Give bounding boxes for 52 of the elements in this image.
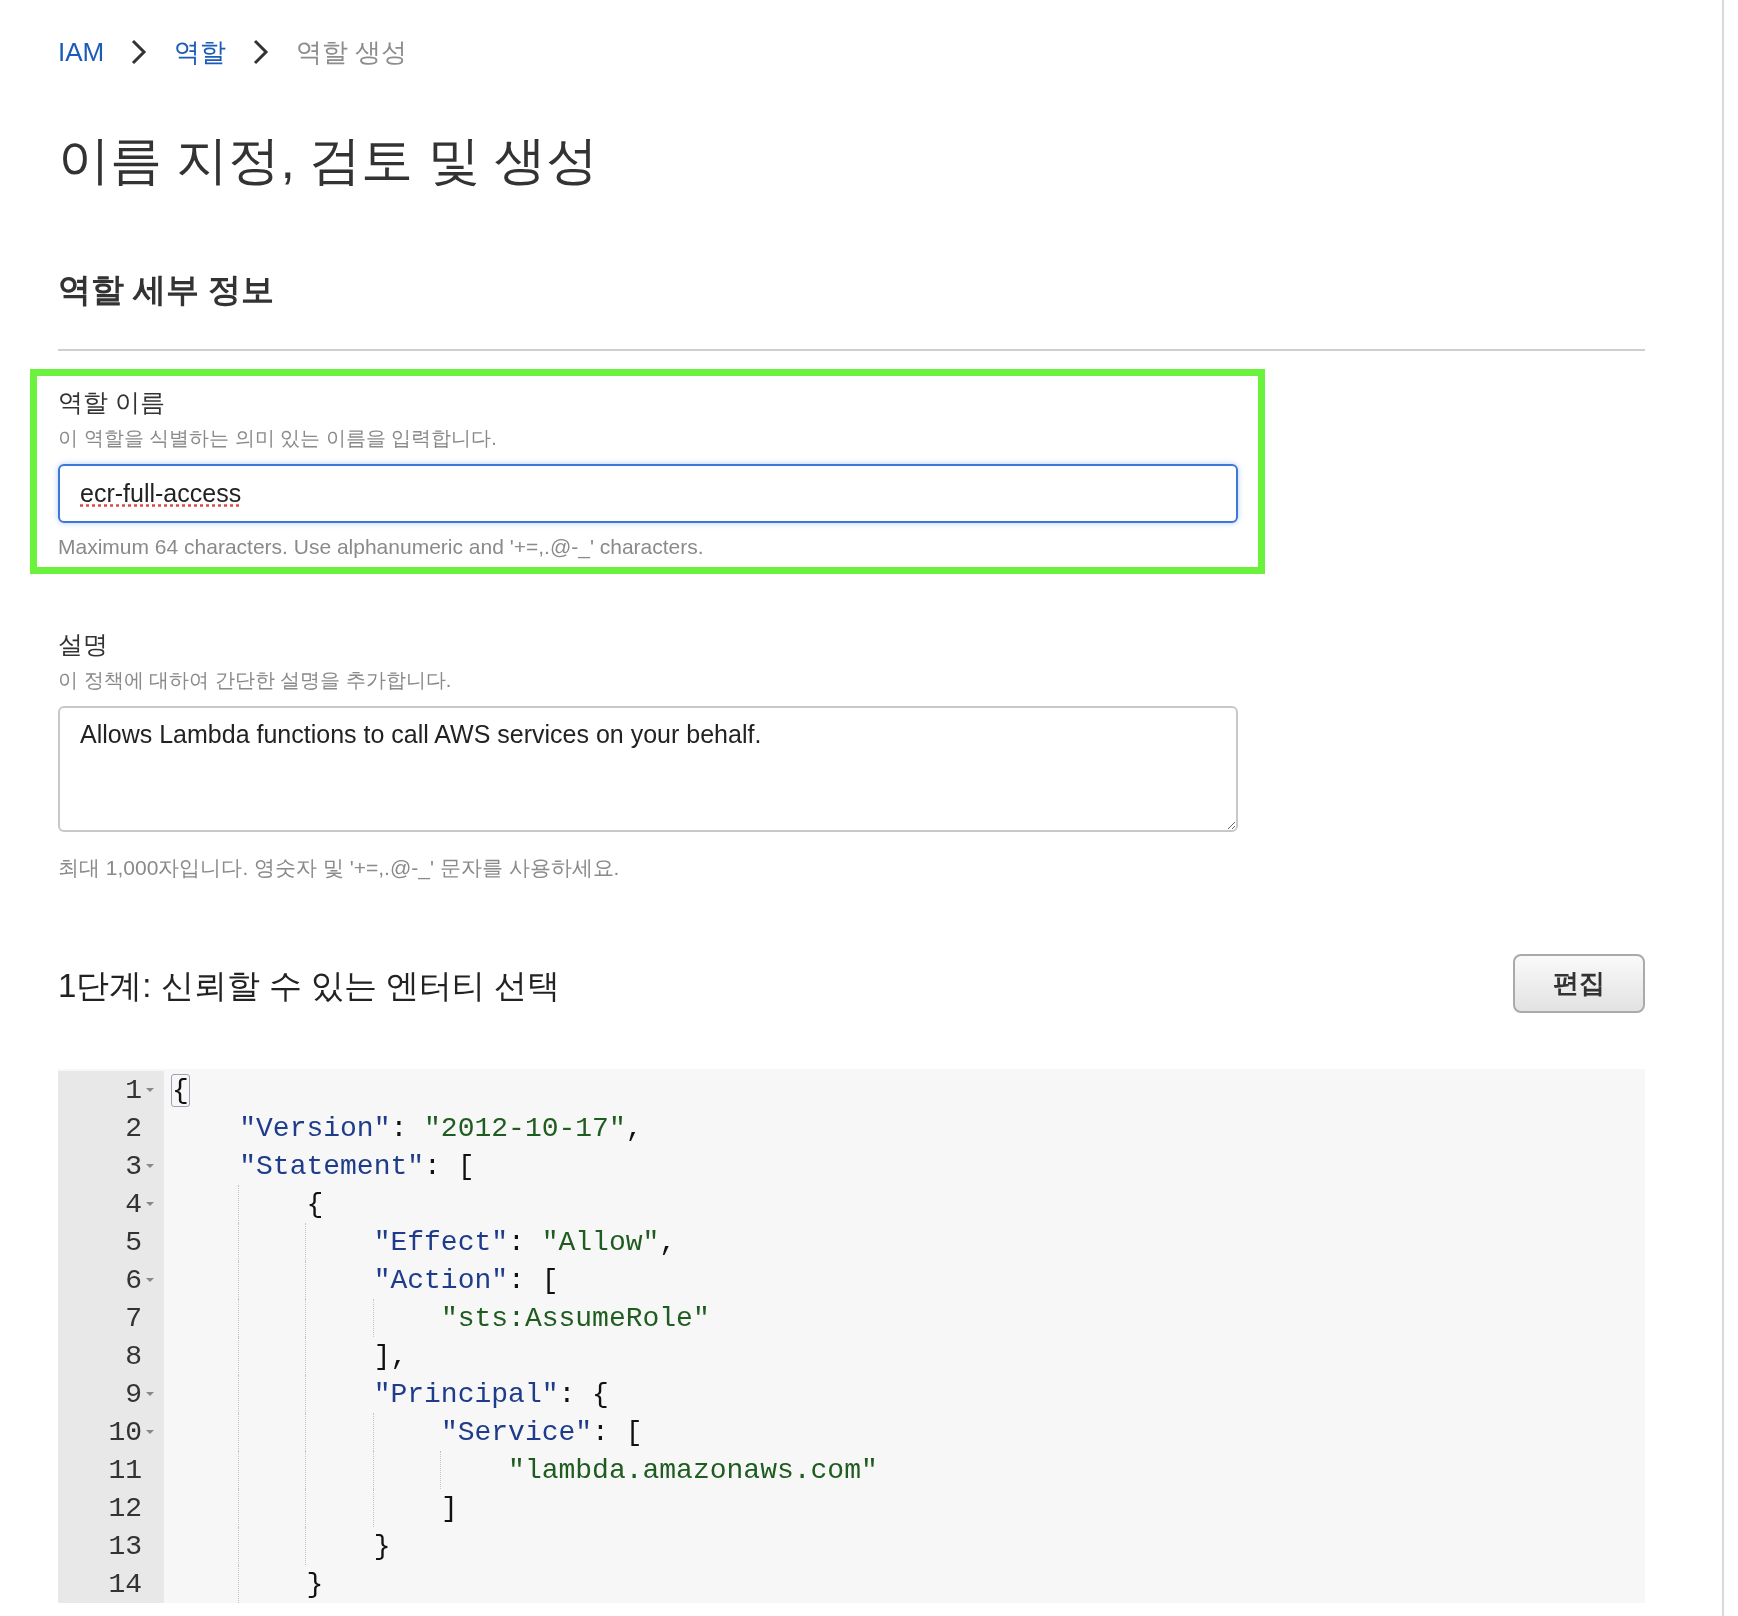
line-number: 12 [108,1492,142,1524]
fold-caret-icon[interactable] [145,1201,155,1207]
code-line: "Action": [ [164,1261,559,1299]
line-number: 11 [108,1454,142,1486]
line-number: 6 [125,1264,142,1296]
code-line: "Effect": "Allow", [164,1223,677,1261]
line-number: 10 [108,1416,142,1448]
line-number: 5 [125,1226,142,1258]
code-line: "sts:AssumeRole" [164,1299,710,1337]
code-line: ] [164,1489,458,1527]
field-help: 최대 1,000자입니다. 영숫자 및 '+=,.@-_' 문자를 사용하세요. [58,855,621,882]
line-number: 4 [125,1188,142,1220]
code-line: "lambda.amazonaws.com" [164,1451,878,1489]
fold-caret-icon[interactable] [145,1391,155,1397]
line-number: 2 [125,1112,142,1144]
fold-caret-icon[interactable] [145,1429,155,1435]
chevron-right-icon [130,38,149,66]
line-number: 9 [125,1378,142,1410]
breadcrumb-current: 역할 생성 [296,35,408,69]
line-number: 8 [125,1340,142,1372]
code-line: } [164,1565,324,1603]
edit-button[interactable]: 편집 [1513,954,1645,1013]
code-line: ], [164,1337,408,1375]
field-label: 역할 이름 [58,387,166,418]
line-number: 7 [125,1302,142,1334]
fold-caret-icon[interactable] [145,1277,155,1283]
field-label: 설명 [58,629,109,660]
code-editor[interactable]: 1 { 2 "Version": "2012-10-17", 3 "Statement": [ 4 { 5 "Effect": "Allow", 6 "Action": [ 7 "sts:AssumeRole" 8 ], 9 "Principal": { 10 "Service": [ 11 "lambda.amazonaws.com" 12 ] 13 } 14 } [58,1069,1645,1603]
fold-caret-icon[interactable] [145,1087,155,1093]
breadcrumb-link[interactable]: 역할 [174,34,227,70]
field-hint: 이 정책에 대하여 간단한 설명을 추가합니다. [58,668,453,693]
page-title: 이름 지정, 검토 및 생성 [58,130,600,191]
code-line: "Principal": { [164,1375,609,1413]
code-line: } [164,1527,391,1565]
line-number: 13 [108,1530,142,1562]
field-hint: 이 역할을 식별하는 의미 있는 이름을 입력합니다. [58,426,498,451]
line-number: 1 [125,1074,142,1106]
chevron-right-icon [252,38,271,66]
line-number: 3 [125,1150,142,1182]
breadcrumb-link[interactable]: IAM [58,36,105,68]
code-line: "Service": [ [164,1413,643,1451]
line-number: 14 [108,1568,142,1600]
section-heading: 역할 세부 정보 [58,270,276,310]
description-textarea[interactable]: Allows Lambda functions to call AWS services on your behalf. [58,706,1238,832]
step-heading: 1단계: 신뢰할 수 있는 엔터티 선택 [58,966,561,1006]
code-line: "Statement": [ [238,1149,475,1184]
role-name-input[interactable]: ecr-full-access [58,464,1238,523]
code-line: "Version": "2012-10-17", [238,1111,643,1146]
code-line: { [171,1073,189,1108]
field-help: Maximum 64 characters. Use alphanumeric and '+=,.@-_' characters. [58,535,705,559]
code-line: { [164,1185,324,1223]
fold-caret-icon[interactable] [145,1163,155,1169]
